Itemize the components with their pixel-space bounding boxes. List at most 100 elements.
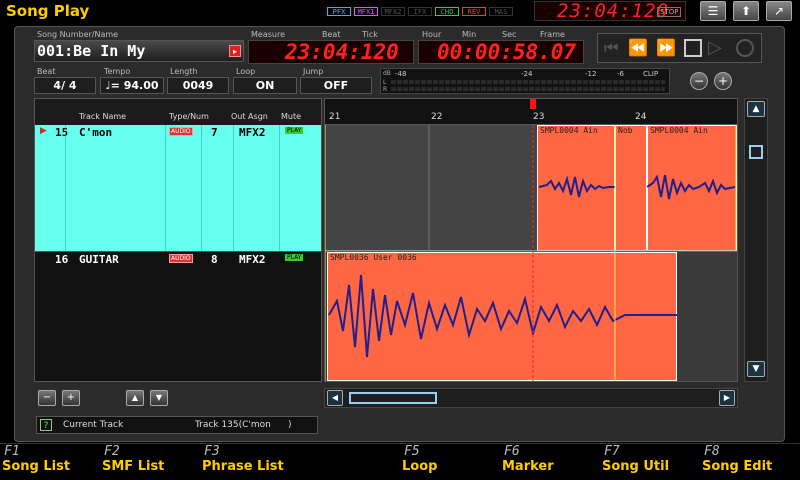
fx-indicator-mfx2[interactable]: MFX2: [381, 7, 405, 16]
meter-tick: CLIP: [643, 70, 659, 78]
track-type-number: 7: [211, 126, 218, 139]
measure-number: 23: [533, 112, 545, 122]
f6-marker[interactable]: F6 Marker: [500, 444, 598, 480]
menu-button[interactable]: ☰: [700, 1, 726, 21]
meter-left-label: L: [383, 79, 387, 86]
measure-display[interactable]: 23:04:120: [248, 40, 414, 64]
fkey-divider: [0, 443, 800, 444]
stop-button[interactable]: [684, 39, 702, 57]
loop-field[interactable]: ON: [233, 77, 297, 94]
play-button[interactable]: ▷: [708, 37, 722, 58]
header-track-name: Track Name: [79, 112, 127, 121]
meter-left-bar: [391, 80, 665, 84]
f3-phrase-list[interactable]: F3 Phrase List: [200, 444, 298, 480]
track-zoom-in-button[interactable]: +: [62, 390, 80, 406]
beat-field[interactable]: 4/ 4: [34, 77, 96, 94]
minus-icon: −: [693, 74, 705, 88]
zoom-in-button[interactable]: +: [714, 72, 732, 90]
fkey-label: Song Util: [602, 459, 670, 474]
track-mute-status[interactable]: PLAY: [285, 254, 304, 261]
frame-label: Frame: [540, 30, 565, 39]
arrow-down-icon: ▼: [155, 393, 163, 402]
song-name-field[interactable]: 001:Be In My ▸: [34, 40, 244, 62]
zoom-out-button[interactable]: −: [690, 72, 708, 90]
hour-label: Hour: [422, 30, 442, 39]
horizontal-scroll-thumb[interactable]: [349, 392, 437, 404]
fast-forward-button[interactable]: ⏩: [656, 38, 676, 57]
fkey-label: Loop: [402, 459, 438, 474]
up-arrow-icon: ⬆: [740, 4, 752, 18]
minus-icon: −: [42, 392, 52, 403]
waveform-track-16: [328, 274, 677, 358]
track-mute-status[interactable]: PLAY: [285, 127, 304, 134]
fx-indicator-rev[interactable]: REV: [462, 7, 486, 16]
f7-song-util[interactable]: F7 Song Util: [600, 444, 698, 480]
fx-indicator-cho[interactable]: CHO: [435, 7, 459, 16]
header-type-num: Type/Num: [169, 112, 209, 121]
track-row[interactable]: 16 GUITAR AUDIO 8 MFX2 PLAY: [35, 251, 321, 381]
tempo-field[interactable]: ♩= 94.00: [100, 77, 164, 94]
current-track-value: Track 135(C'mon ): [195, 420, 292, 430]
level-meter: dB -48 -24 -12 -6 CLIP L R: [380, 68, 670, 94]
jump-field[interactable]: OFF: [300, 77, 372, 94]
track-up-button[interactable]: ▲: [126, 390, 144, 406]
length-field[interactable]: 0049: [167, 77, 229, 94]
beat-param-label: Beat: [37, 67, 56, 76]
scroll-left-button[interactable]: ◀: [327, 390, 343, 406]
meter-right-label: R: [383, 86, 388, 93]
f2-smf-list[interactable]: F2 SMF List: [100, 444, 198, 480]
row-column-dividers: [35, 125, 321, 251]
f5-loop[interactable]: F5 Loop: [400, 444, 498, 480]
scroll-up-button[interactable]: ▲: [747, 101, 765, 117]
meter-tick: -24: [521, 70, 533, 78]
vertical-scroll-thumb[interactable]: [749, 145, 763, 159]
fkey-label: SMF List: [102, 459, 165, 474]
fkey-label: Marker: [502, 459, 554, 474]
measure-number: 24: [635, 112, 647, 122]
time-display[interactable]: 00:00:58.07: [418, 40, 584, 64]
scroll-right-button[interactable]: ▶: [719, 390, 735, 406]
track-row[interactable]: ▶ 15 C'mon AUDIO 7 MFX2 PLAY: [35, 125, 321, 251]
help-icon[interactable]: ?: [40, 419, 52, 431]
record-button[interactable]: [736, 39, 754, 57]
track-name: GUITAR: [79, 253, 119, 266]
rewind-to-top-button[interactable]: ⏮: [604, 38, 618, 58]
measure-number: 22: [431, 112, 443, 122]
fkey-label: Song List: [2, 459, 71, 474]
f1-song-list[interactable]: F1 Song List: [0, 444, 98, 480]
arrow-left-icon: ◀: [331, 393, 339, 402]
waveforms: [325, 125, 737, 381]
measure-value: 23:04:120: [285, 40, 399, 64]
f4-empty: [300, 444, 398, 480]
track-number: 16: [55, 253, 69, 266]
vertical-scrollbar[interactable]: ▲ ▼: [744, 98, 768, 382]
fx-indicator-pfx[interactable]: PFX: [327, 7, 351, 16]
track-output: MFX2: [239, 253, 266, 266]
clock-value: 23:04:120: [557, 0, 669, 22]
current-track-bar[interactable]: ? Current Track Track 135(C'mon ): [36, 416, 318, 434]
rewind-button[interactable]: ⏪: [628, 38, 648, 57]
beat-label: Beat: [322, 30, 341, 39]
playhead-marker[interactable]: [530, 99, 536, 109]
track-zoom-out-button[interactable]: −: [38, 390, 56, 406]
arrow-up-icon: ▲: [752, 104, 760, 114]
scroll-down-button[interactable]: ▼: [747, 361, 765, 377]
app-title: Song Play: [6, 2, 90, 20]
track-type-number: 8: [211, 253, 218, 266]
fkey-number: F1: [4, 444, 20, 459]
up-button[interactable]: ⬆: [733, 1, 759, 21]
horizontal-scrollbar[interactable]: ◀ ▶: [324, 388, 738, 408]
fx-indicator-mfx1[interactable]: MFX1: [354, 7, 378, 16]
tempo-label: Tempo: [104, 67, 131, 76]
f8-song-edit[interactable]: F8 Song Edit: [700, 444, 798, 480]
jump-label: Jump: [303, 67, 324, 76]
song-list-icon[interactable]: ▸: [229, 45, 241, 57]
track-output: MFX2: [239, 126, 266, 139]
fx-indicator-ifx[interactable]: IFX: [408, 7, 432, 16]
track-down-button[interactable]: ▼: [150, 390, 168, 406]
timeline[interactable]: 21 22 23 24 SMPL0004 Ain Nob SMPL0004 Ai…: [324, 98, 738, 382]
exit-button[interactable]: ↗: [766, 1, 792, 21]
exit-icon: ↗: [773, 4, 785, 18]
measure-ruler[interactable]: 21 22 23 24: [325, 99, 737, 125]
fx-indicator-mas[interactable]: MAS: [489, 7, 513, 16]
